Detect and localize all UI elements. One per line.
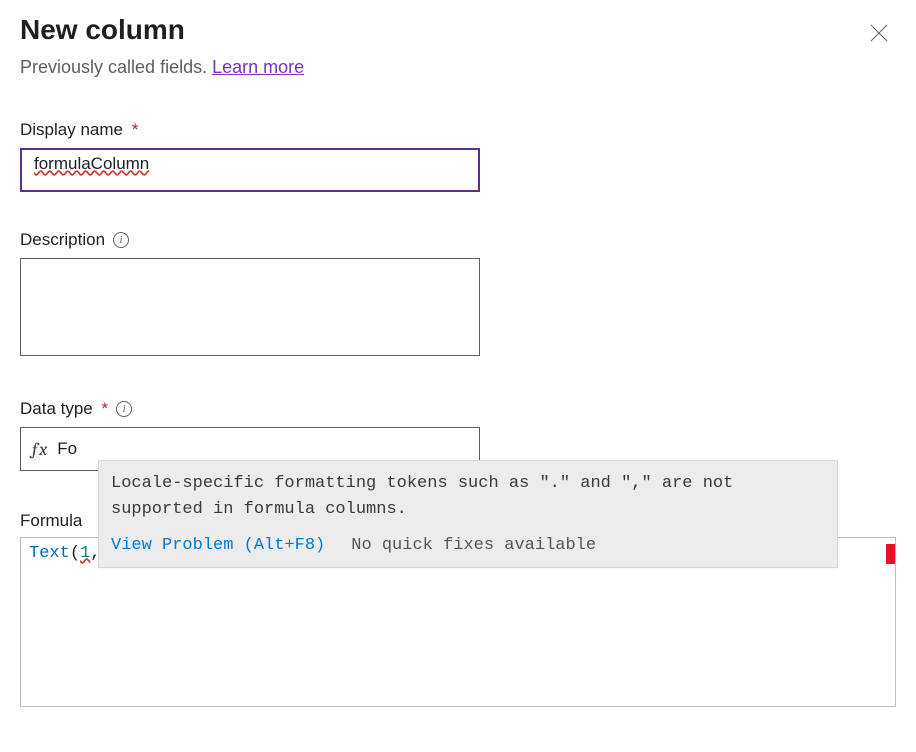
required-marker: * [132, 120, 139, 139]
tooltip-message: Locale-specific formatting tokens such a… [111, 471, 825, 522]
data-type-label-row: Data type * i [20, 399, 896, 419]
description-label-row: Description i [20, 230, 896, 250]
minimap-error-marker[interactable] [886, 544, 895, 564]
close-button[interactable] [864, 18, 894, 51]
close-icon [870, 24, 888, 42]
data-type-value: Fo [57, 439, 77, 459]
display-name-value: formulaColumn [34, 154, 149, 173]
panel-subtitle: Previously called fields. Learn more [20, 57, 896, 78]
view-problem-link[interactable]: View Problem (Alt+F8) [111, 536, 325, 555]
info-icon[interactable]: i [116, 401, 132, 417]
no-fixes-text: No quick fixes available [351, 536, 596, 555]
formula-token-function: Text [29, 544, 70, 563]
header-row: New column [20, 14, 896, 51]
formula-token-arg1: 1 [80, 544, 90, 563]
display-name-label: Display name * [20, 120, 138, 140]
data-type-label: Data type * [20, 399, 108, 419]
learn-more-link[interactable]: Learn more [212, 57, 304, 77]
panel-title: New column [20, 14, 185, 46]
tooltip-actions: View Problem (Alt+F8) No quick fixes ava… [111, 536, 825, 555]
info-icon[interactable]: i [113, 232, 129, 248]
display-name-input[interactable]: formulaColumn [20, 148, 480, 192]
error-tooltip: Locale-specific formatting tokens such a… [98, 460, 838, 568]
data-type-label-text: Data type [20, 399, 93, 418]
display-name-field: Display name * formulaColumn [20, 120, 896, 192]
description-field: Description i [20, 230, 896, 361]
formula-token-open: ( [70, 544, 80, 563]
fx-icon: ƒx [31, 439, 47, 460]
description-label: Description [20, 230, 105, 250]
display-name-label-text: Display name [20, 120, 123, 139]
new-column-panel: New column Previously called fields. Lea… [0, 0, 916, 727]
subtitle-text: Previously called fields. [20, 57, 212, 77]
description-input[interactable] [20, 258, 480, 356]
required-marker: * [102, 399, 109, 418]
display-name-label-row: Display name * [20, 120, 896, 140]
